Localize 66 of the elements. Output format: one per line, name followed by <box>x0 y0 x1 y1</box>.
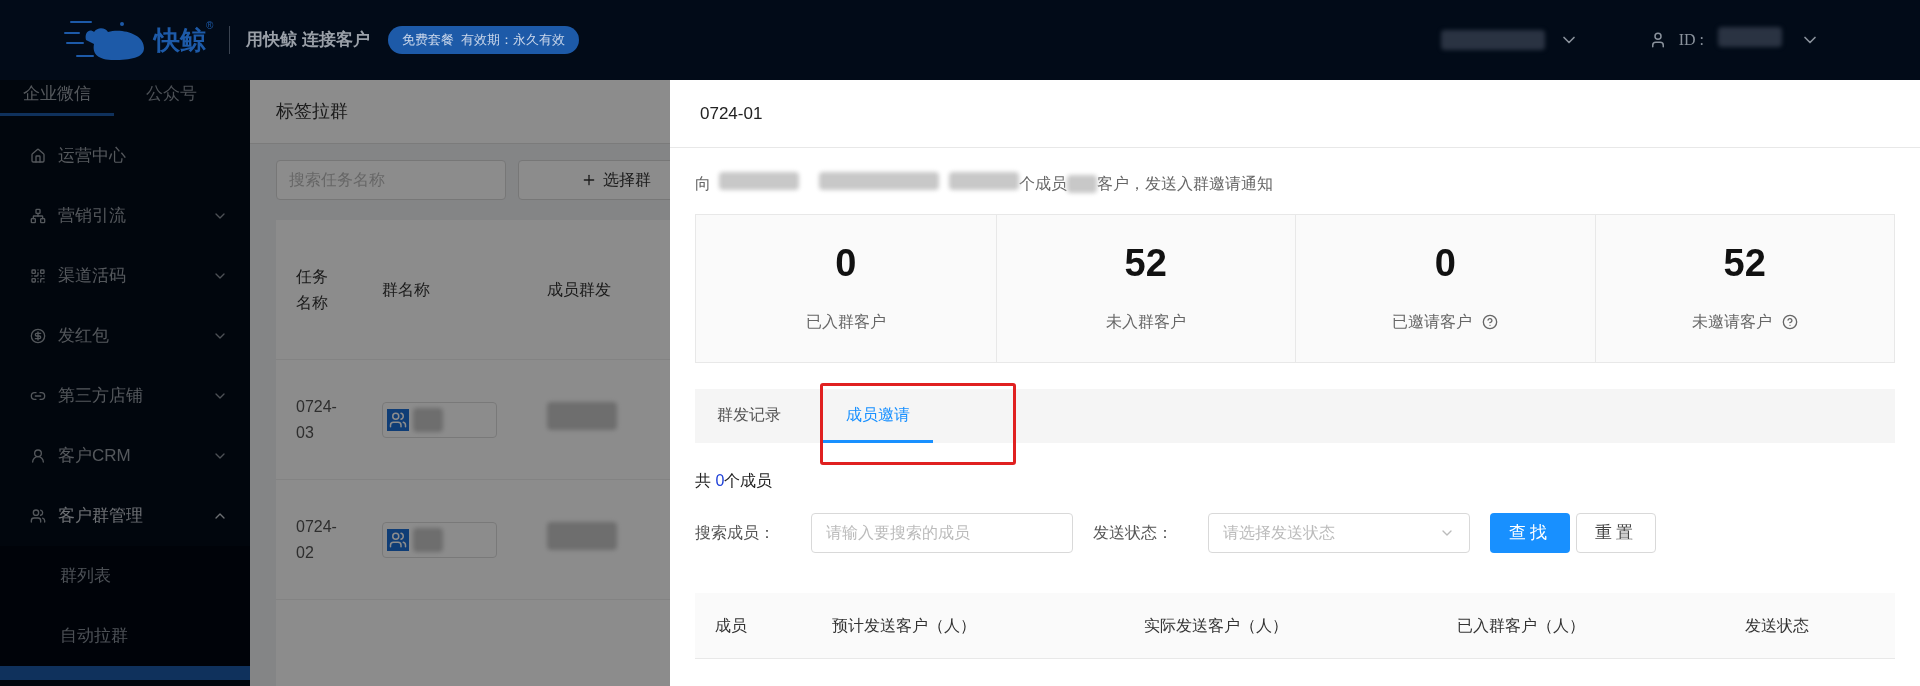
column-header: 成员 <box>715 615 748 636</box>
page-title: 标签拉群 <box>276 100 348 123</box>
column-header: 群名称 <box>382 279 431 300</box>
slogan: 用快鲸 连接客户 <box>246 29 371 52</box>
users-icon <box>30 508 46 524</box>
member-search-field[interactable]: 请输入要搜索的成员 <box>811 513 1073 553</box>
search-button[interactable]: 查找 <box>1490 513 1570 553</box>
stat-value: 0 <box>835 243 857 282</box>
coin-icon <box>30 328 46 344</box>
redacted-block <box>547 402 617 430</box>
submenu-item[interactable]: 自动拉群 <box>0 606 250 666</box>
column-header: 发送状态 <box>1745 615 1809 636</box>
column-header: 预计发送客户（人） <box>832 615 977 636</box>
group-avatar-icon <box>387 528 409 551</box>
redacted-block <box>413 407 443 432</box>
registered-mark: ® <box>206 19 214 31</box>
description-text: 个成员 <box>1019 174 1067 194</box>
filter-label: 搜索成员： <box>695 523 776 543</box>
description-text: 向 <box>695 174 711 194</box>
sidebar-tab[interactable]: 企业微信 <box>0 80 114 116</box>
column-header: 成员群发 <box>547 279 611 300</box>
menu-item[interactable]: 客户CRM <box>0 426 250 486</box>
menu-item[interactable]: 客户群管理 <box>0 486 250 546</box>
menu-item[interactable]: 第三方店铺 <box>0 366 250 426</box>
reset-button[interactable]: 重置 <box>1576 513 1656 553</box>
redacted-block <box>1067 175 1097 193</box>
table-cell-text: 0724-02 <box>296 516 338 563</box>
sidebar-tab[interactable]: 公众号 <box>114 80 228 116</box>
stat-label: 未入群客户 <box>1105 311 1186 332</box>
qr-code-icon <box>30 268 46 284</box>
stat-value: 52 <box>1723 243 1766 282</box>
menu-item[interactable]: 发红包 <box>0 306 250 366</box>
description-text: 客户，发送入群邀请通知 <box>1097 174 1273 194</box>
id-label: ID : <box>1678 30 1704 50</box>
help-icon[interactable] <box>1781 313 1798 330</box>
stat-label: 未邀请客户 <box>1691 311 1772 332</box>
column-header: 已入群客户（人） <box>1457 615 1586 636</box>
tab[interactable]: 群发记录 <box>715 389 783 443</box>
network-icon <box>30 208 46 224</box>
submenu-item[interactable]: 群列表 <box>0 546 250 606</box>
tab[interactable]: 成员邀请 <box>823 389 933 443</box>
plan-badge: 免费套餐 有效期：永久有效 <box>388 26 580 54</box>
stat-label: 已邀请客户 <box>1392 311 1473 332</box>
filter-label: 发送状态： <box>1093 523 1174 543</box>
user-icon <box>30 448 46 464</box>
redacted-block <box>547 522 617 550</box>
stat-value: 52 <box>1124 243 1167 282</box>
menu-item[interactable]: 营销引流 <box>0 186 250 246</box>
stat-label: 已入群客户 <box>805 311 886 332</box>
help-icon[interactable] <box>1482 313 1499 330</box>
member-count: 共 0个成员 <box>695 471 773 491</box>
redacted-block <box>949 171 1019 190</box>
table-cell-text: 0724-03 <box>296 396 338 443</box>
redacted-block <box>1718 26 1782 47</box>
column-header: 实际发送客户（人） <box>1144 615 1289 636</box>
stat-value: 0 <box>1434 243 1456 282</box>
menu-item[interactable]: 运营中心 <box>0 126 250 186</box>
plus-icon <box>581 172 597 188</box>
redacted-block <box>413 527 443 552</box>
group-avatar-icon <box>387 408 409 431</box>
status-select[interactable]: 请选择发送状态 <box>1208 513 1470 553</box>
column-header: 任务名称 <box>296 266 329 313</box>
brand-name: 快鲸 <box>154 24 206 57</box>
drawer-title: 0724-01 <box>700 102 763 125</box>
menu-item[interactable]: 渠道活码 <box>0 246 250 306</box>
home-icon <box>30 148 46 164</box>
